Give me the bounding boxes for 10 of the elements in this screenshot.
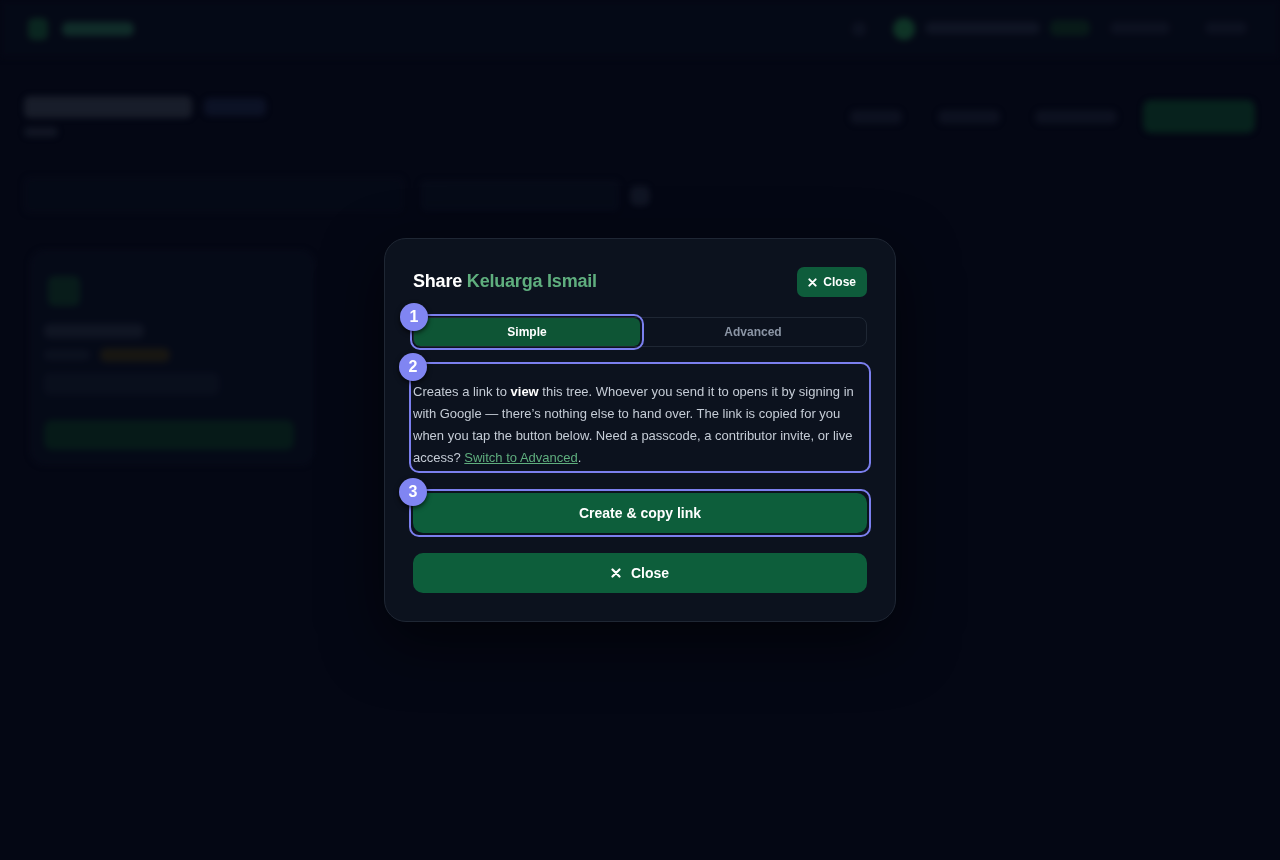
close-icon: [610, 568, 621, 578]
step-number: 2: [399, 353, 427, 381]
close-icon: [808, 277, 818, 287]
switch-to-advanced-link[interactable]: Switch to Advanced: [464, 450, 578, 465]
step-number: 3: [399, 478, 427, 506]
dialog-title: Share Keluarga Ismail: [413, 271, 597, 293]
close-button[interactable]: Close: [797, 267, 867, 297]
step-number: 1: [400, 303, 428, 331]
close-button[interactable]: Close: [413, 553, 867, 593]
mode-tab[interactable]: Advanced: [640, 318, 866, 346]
